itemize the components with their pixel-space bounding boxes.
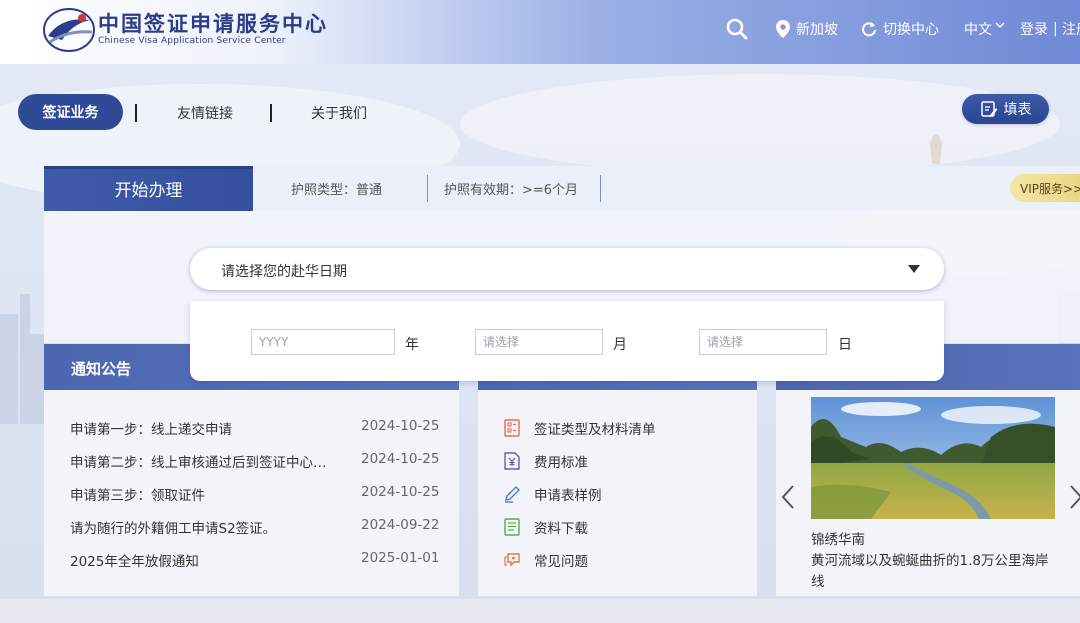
brand-title-en: Chinese Visa Application Service Center [98, 36, 286, 46]
start-bar: 开始办理 护照类型：普通 护照有效期：>=6个月 VIP服务>> [44, 166, 1080, 211]
notice-date: 2024-10-25 [361, 484, 440, 500]
service-label: 签证类型及材料清单 [534, 422, 656, 438]
caret-down-icon[interactable] [908, 265, 920, 273]
chevron-down-icon [995, 22, 1005, 28]
register-label: 注册 [1062, 22, 1080, 38]
header-separator: | [1053, 21, 1058, 37]
year-input[interactable] [251, 329, 395, 355]
month-unit: 月 [613, 337, 627, 353]
carousel-caption-text: 黄河流域以及蜿蜒曲折的1.8万公里海岸线 [811, 553, 1049, 590]
service-sample-forms[interactable]: 申请表样例 [504, 484, 602, 504]
carousel-next-arrow-icon[interactable] [1066, 482, 1080, 512]
logo-icon [43, 8, 95, 52]
register-link[interactable]: 注册 [1062, 18, 1080, 40]
carousel-panel: 锦绣华南 黄河流域以及蜿蜒曲折的1.8万公里海岸线 [776, 390, 1080, 596]
service-label: 费用标准 [534, 455, 588, 471]
fill-form-button[interactable]: 填表 [962, 94, 1049, 124]
nav-visa-business[interactable]: 签证业务 [18, 94, 123, 130]
day-select[interactable] [699, 329, 827, 355]
tab-start-application[interactable]: 开始办理 [44, 166, 253, 211]
question-chat-icon [504, 553, 520, 567]
top-header: 中国签证申请服务中心 Chinese Visa Application Serv… [0, 0, 1080, 64]
divider [600, 175, 601, 202]
switch-center-button[interactable]: 切换中心 [861, 18, 939, 40]
service-label: 资料下载 [534, 521, 588, 537]
notice-date: 2024-10-25 [361, 451, 440, 467]
notice-date: 2024-10-25 [361, 418, 440, 434]
month-select[interactable] [475, 329, 603, 355]
nav-divider [135, 104, 137, 122]
services-list: 签证类型及材料清单 费用标准 申请表样例 资料下载 常见问题 [478, 390, 757, 596]
service-label: 常见问题 [534, 554, 588, 570]
notice-date: 2024-09-22 [361, 517, 440, 533]
carousel-caption-title: 锦绣华南 [811, 532, 865, 548]
login-link[interactable]: 登录 [1020, 18, 1048, 40]
service-label: 申请表样例 [534, 488, 602, 504]
service-visa-types[interactable]: 签证类型及材料清单 [504, 418, 656, 438]
refresh-icon [862, 22, 876, 37]
service-fees[interactable]: 费用标准 [504, 451, 588, 471]
checklist-icon [504, 419, 520, 437]
location-label: 新加坡 [796, 22, 838, 38]
passport-type: 护照类型：普通 [291, 183, 383, 198]
day-unit: 日 [838, 337, 852, 353]
service-faq[interactable]: 常见问题 [504, 550, 588, 570]
notice-title: 2025年全年放假通知 [70, 554, 199, 570]
document-icon [504, 518, 520, 536]
divider [427, 175, 428, 202]
carousel-prev-arrow-icon[interactable] [778, 482, 798, 512]
carousel-image[interactable] [811, 397, 1055, 519]
nav-divider [270, 104, 272, 122]
search-icon [726, 18, 748, 40]
location-selector[interactable]: 新加坡 [776, 18, 838, 40]
notice-title: 请为随行的外籍佣工申请S2签证。 [70, 521, 277, 537]
nav-friendly-links[interactable]: 友情链接 [177, 103, 233, 123]
search-button[interactable] [726, 18, 748, 40]
notice-title: 申请第二步：线上审核通过后到签证中心… [70, 455, 327, 471]
travel-date-select[interactable]: 请选择您的赴华日期 [190, 248, 944, 290]
service-downloads[interactable]: 资料下载 [504, 517, 588, 537]
date-dropdown: 年 月 日 [190, 301, 944, 381]
login-label: 登录 [1020, 22, 1048, 38]
fill-form-label: 填表 [1003, 102, 1032, 118]
brand-title-cn: 中国签证申请服务中心 [98, 11, 328, 36]
notice-date: 2025-01-01 [361, 550, 440, 566]
location-pin-icon [776, 20, 790, 38]
vip-service-button[interactable]: VIP服务>> [1010, 174, 1080, 202]
year-unit: 年 [405, 337, 419, 353]
landscape-image [811, 397, 1055, 519]
passport-validity: 护照有效期：>=6个月 [444, 183, 579, 198]
edit-form-icon [980, 101, 997, 117]
switch-center-label: 切换中心 [883, 22, 939, 38]
notice-title: 申请第三步：领取证件 [70, 488, 205, 504]
language-label: 中文 [964, 22, 992, 38]
nav-about-us[interactable]: 关于我们 [311, 103, 367, 123]
yuan-document-icon [504, 452, 520, 470]
pen-icon [505, 486, 520, 503]
notice-title: 申请第一步：线上递交申请 [70, 422, 232, 438]
travel-date-placeholder: 请选择您的赴华日期 [221, 264, 347, 280]
notices-list: 申请第一步：线上递交申请 2024-10-25 申请第二步：线上审核通过后到签证… [44, 390, 459, 596]
language-selector[interactable]: 中文 [964, 18, 1005, 40]
notices-title: 通知公告 [71, 360, 132, 378]
